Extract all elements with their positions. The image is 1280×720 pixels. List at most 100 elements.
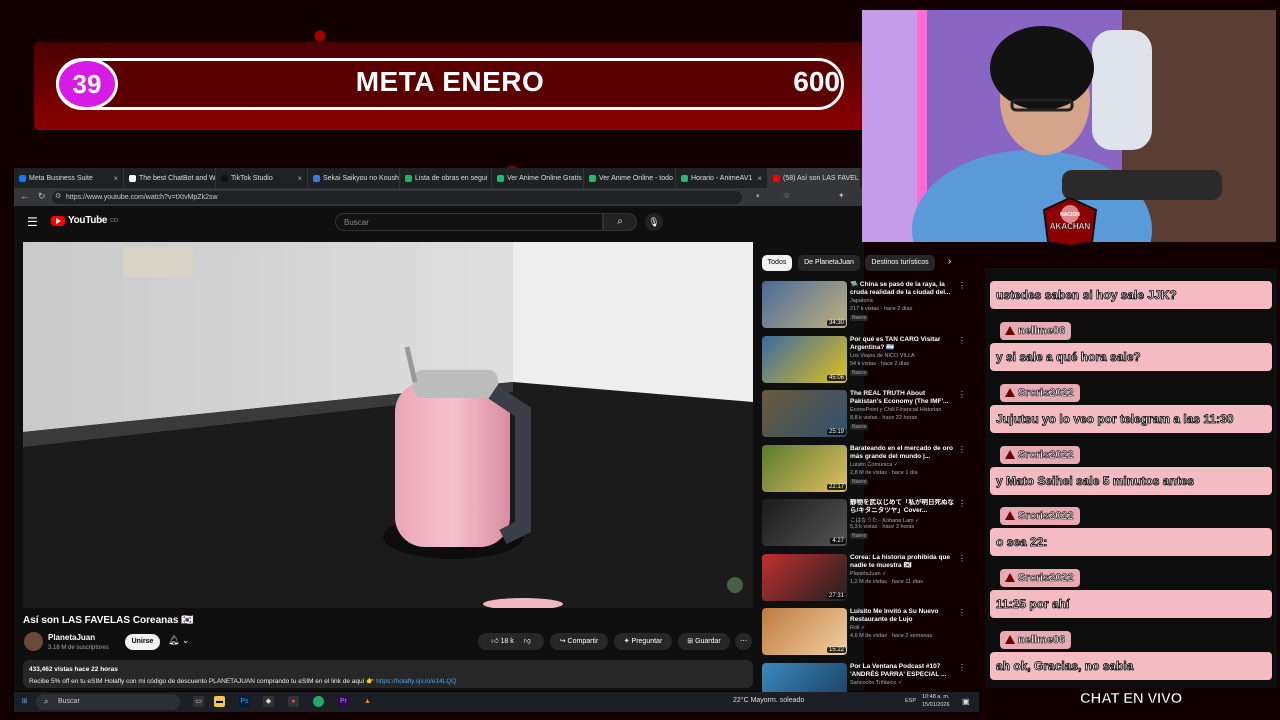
tab-close-icon[interactable]: × (113, 174, 118, 183)
chat-author[interactable]: Srcris2022 (1000, 507, 1080, 526)
menu-icon[interactable]: ☰ (27, 215, 38, 229)
video-title[interactable]: 🛸 China se pasó de la raya, la cruda rea… (850, 281, 956, 297)
chip-from-channel[interactable]: De PlanetaJuan (798, 255, 860, 271)
video-channel[interactable]: Roll ✓ (850, 625, 866, 631)
search-button[interactable]: ⌕ (603, 213, 637, 231)
site-info-icon[interactable]: ⚙ (55, 192, 61, 200)
video-channel[interactable]: こはなうた - Kohana Lam ✓ (850, 516, 920, 524)
back-icon[interactable]: ← (20, 191, 29, 201)
browser-tab[interactable]: Horario - AnimeAV1 × (676, 168, 768, 188)
chat-author[interactable]: Srcris2022 (1000, 445, 1080, 464)
video-thumbnail[interactable]: 45:06 (762, 335, 847, 383)
vlc-icon[interactable]: ▲ (362, 696, 373, 707)
ask-button[interactable]: ✦ Preguntar (614, 633, 672, 650)
windows-start-icon[interactable]: ⊞ (19, 696, 30, 707)
video-thumbnail[interactable]: 34:30 (762, 281, 847, 328)
video-title[interactable]: Corea: La historia prohibida que nadie t… (850, 554, 956, 570)
tab-close-icon[interactable]: × (757, 174, 762, 183)
browser-tab[interactable]: Lista de obras en segui× (400, 168, 492, 188)
task-view-icon[interactable]: ▭ (193, 696, 204, 707)
video-channel[interactable]: EconoPoint y Chill Financial Historian (850, 407, 941, 413)
more-options-icon[interactable]: ⋮ (958, 336, 966, 345)
recommended-video[interactable]: 27:31 Corea: La historia prohibida que na… (762, 553, 974, 604)
like-button[interactable]: 👍︎ 18 k 👎︎ (478, 633, 544, 650)
recommended-video[interactable]: 15:22 Luisito Me Invitó a Su Nuevo Restau… (762, 608, 974, 658)
weather-widget[interactable]: 22°C Mayorm. soleado (733, 697, 804, 704)
bookmark-star-icon[interactable]: ☆ (783, 191, 790, 200)
more-options-icon[interactable]: ⋮ (958, 554, 966, 563)
thumbs-down-icon[interactable]: 👎︎ (524, 638, 531, 645)
video-thumbnail[interactable]: 4:27 (762, 499, 847, 546)
recommended-video[interactable]: 4:27 静物を武以じめて「私が明日死ぬなら/キタニタツヤ」Cover... こはな… (762, 499, 974, 549)
video-title[interactable]: Por La Ventana Podcast #107 'ANDRÉS PARR… (850, 663, 956, 679)
save-button[interactable]: ⊞ Guardar (678, 633, 730, 650)
description-link[interactable]: https://holafly.sjv.io/e14LQQ (376, 678, 456, 685)
youtube-logo[interactable]: YouTube CO (51, 215, 118, 226)
browser-tab[interactable]: Ver Anime Online Gratis× (492, 168, 584, 188)
video-player[interactable] (23, 242, 753, 608)
video-channel[interactable]: PlanetaJuan ✓ (850, 571, 887, 577)
more-actions-button[interactable]: ⋯ (735, 633, 752, 650)
recommended-video[interactable]: 25:19 The REAL TRUTH About Pakistan's Eco… (762, 390, 974, 440)
share-button[interactable]: ↪ Compartir (550, 633, 608, 650)
channel-avatar[interactable] (24, 632, 43, 651)
chat-author[interactable]: Srcris2022 (1000, 383, 1080, 402)
video-title[interactable]: 静物を武以じめて「私が明日死ぬなら/キタニタツヤ」Cover... (850, 499, 956, 515)
video-thumbnail[interactable]: 27:31 (762, 553, 847, 601)
browser-tab[interactable]: Sekai Saikyou no Koushi× (308, 168, 400, 188)
browser-tab[interactable]: TikTok Studio × (216, 168, 308, 188)
video-channel[interactable]: Japatonic (850, 298, 874, 304)
recommended-video[interactable]: 34:30 🛸 China se pasó de la raya, la crud… (762, 281, 974, 331)
extension-icon[interactable]: ◐ (756, 191, 761, 200)
more-options-icon[interactable]: ⋮ (958, 390, 966, 399)
more-options-icon[interactable]: ⋮ (958, 608, 966, 617)
chevron-right-icon[interactable]: › (948, 256, 951, 267)
edge-icon[interactable] (313, 696, 324, 707)
file-explorer-icon[interactable]: ▬ (214, 696, 225, 707)
notifications-bell-icon[interactable]: 🔔︎ ⌄ (168, 635, 189, 646)
chip-all[interactable]: Todos (762, 255, 792, 271)
voice-search-button[interactable]: 🎙 (645, 213, 663, 231)
chat-author[interactable]: nellme06 (1000, 322, 1072, 340)
system-clock[interactable]: 10:48 a. m. 15/01/2026 (922, 693, 950, 709)
more-options-icon[interactable]: ⋮ (958, 499, 966, 508)
chat-author[interactable]: Srcris2022 (1000, 569, 1080, 588)
premiere-icon[interactable]: Pr (338, 696, 349, 707)
video-meta: 1,2 M de vistas · hace 11 días (850, 578, 923, 585)
more-options-icon[interactable]: ⋮ (958, 281, 966, 290)
chat-author[interactable]: nellme06 (1000, 631, 1072, 649)
app-icon[interactable]: ◆ (263, 696, 274, 707)
chip-tourist-destinations[interactable]: Destinos turísticos (865, 255, 935, 271)
video-channel[interactable]: Luisito Comunica ✓ (850, 462, 898, 468)
extensions-puzzle-icon[interactable]: ✦ (838, 191, 845, 200)
join-button[interactable]: Unirse (125, 634, 160, 650)
browser-tab[interactable]: Ver Anime Online - todo× (584, 168, 676, 188)
more-options-icon[interactable]: ⋮ (958, 445, 966, 454)
obs-icon[interactable]: ● (288, 696, 299, 707)
channel-name[interactable]: PlanetaJuan (48, 633, 95, 642)
photoshop-icon[interactable]: Ps (239, 696, 250, 707)
more-options-icon[interactable]: ⋮ (958, 663, 966, 672)
video-title[interactable]: Luisito Me Invitó a Su Nuevo Restaurante… (850, 608, 956, 624)
browser-tab[interactable]: (58) Así son LAS FAVEL× (768, 168, 860, 188)
address-bar[interactable]: https://www.youtube.com/watch?v=tXtvMpZk… (52, 191, 742, 204)
tab-favicon-icon (405, 174, 412, 182)
video-title[interactable]: The REAL TRUTH About Pakistan's Economy … (850, 390, 956, 406)
video-title[interactable]: Barateando en el mercado de oro más gran… (850, 445, 956, 461)
search-input[interactable]: Buscar (335, 213, 603, 231)
recommended-video[interactable]: 45:06 Por qué es TAN CARO Visitar Argenti… (762, 335, 974, 386)
tab-close-icon[interactable]: × (297, 174, 302, 183)
taskbar-search[interactable]: Buscar (36, 694, 180, 710)
video-channel[interactable]: Sancocho Trifásico ✓ (850, 680, 903, 686)
recommended-video[interactable]: 22:17 Barateando en el mercado de oro más… (762, 444, 974, 495)
browser-tab[interactable]: Meta Business Suite × (14, 168, 124, 188)
reload-icon[interactable]: ↻ (38, 191, 46, 202)
video-channel[interactable]: Los Viajes de NICO VILLA (850, 353, 915, 359)
browser-tab[interactable]: The best ChatBot and W× (124, 168, 216, 188)
notifications-icon[interactable]: ▣ (962, 697, 970, 706)
video-thumbnail[interactable]: 22:17 (762, 444, 847, 492)
video-title[interactable]: Por qué es TAN CARO Visitar Argentina? 🇦… (850, 336, 956, 352)
video-thumbnail[interactable]: 25:19 (762, 390, 847, 437)
video-thumbnail[interactable]: 15:22 (762, 608, 847, 655)
input-language[interactable]: ESP (905, 698, 916, 704)
